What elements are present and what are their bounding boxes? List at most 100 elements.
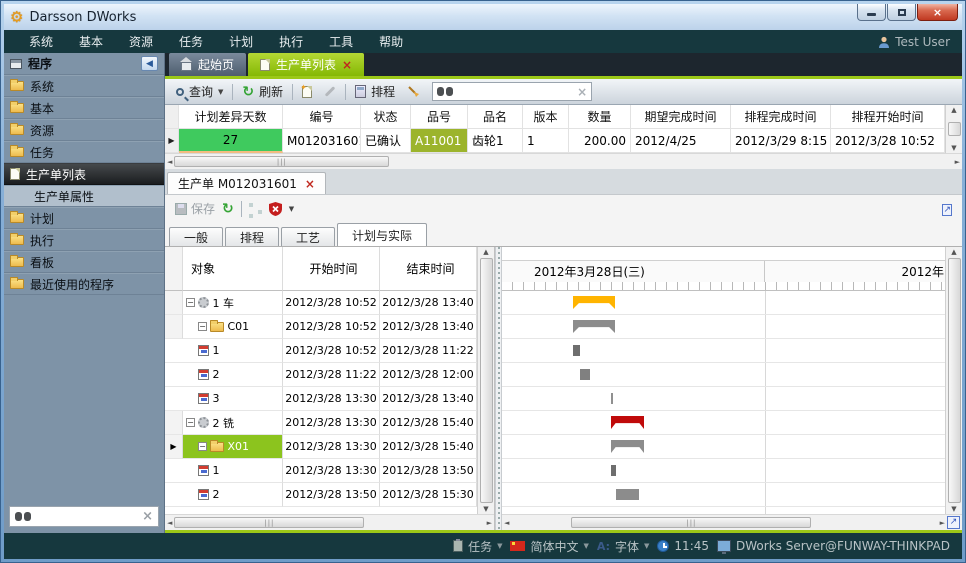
collapse-icon[interactable]: − — [198, 322, 207, 331]
menu-tools[interactable]: 工具 — [316, 30, 366, 53]
gantt-bar[interactable] — [573, 320, 615, 333]
popout-icon[interactable]: ↗ — [942, 204, 952, 216]
col-expect-end[interactable]: 期望完成时间 — [631, 105, 731, 129]
menu-plan[interactable]: 计划 — [216, 30, 266, 53]
sidebar-item-basic[interactable]: 基本 — [4, 97, 164, 119]
gantt-row[interactable] — [502, 435, 945, 459]
clean-button[interactable] — [404, 83, 424, 101]
gantt-row[interactable] — [502, 459, 945, 483]
close-tab-icon[interactable]: × — [342, 59, 352, 71]
gantt-row[interactable] — [502, 483, 945, 507]
plan-row[interactable]: 2 2012/3/28 11:22 2012/3/28 12:00 — [165, 363, 477, 387]
menu-resource[interactable]: 资源 — [116, 30, 166, 53]
status-language-selector[interactable]: 简体中文▼ — [510, 538, 588, 555]
sidebar-item-execute[interactable]: 执行 — [4, 229, 164, 251]
gantt-bar[interactable] — [611, 440, 644, 453]
close-button[interactable]: × — [917, 4, 958, 21]
popout-icon[interactable]: ↗ — [947, 516, 960, 529]
sidebar-item-board[interactable]: 看板 — [4, 251, 164, 273]
menu-execute[interactable]: 执行 — [266, 30, 316, 53]
refresh-icon[interactable]: ↻ — [222, 202, 234, 216]
gantt-row[interactable] — [502, 291, 945, 315]
plan-row[interactable]: − 2 铣 2012/3/28 13:30 2012/3/28 15:40 — [165, 411, 477, 435]
orders-vscrollbar[interactable]: ▲▼ — [945, 105, 962, 153]
plan-hscrollbar[interactable]: ◄|||► — [165, 514, 494, 530]
toolbar-search-input[interactable] — [457, 85, 573, 99]
plan-row[interactable]: − C01 2012/3/28 10:52 2012/3/28 13:40 — [165, 315, 477, 339]
gantt-row[interactable] — [502, 315, 945, 339]
refresh-button[interactable]: ↻刷新 — [239, 81, 286, 102]
col-qty[interactable]: 数量 — [569, 105, 631, 129]
save-button[interactable]: 保存 — [175, 200, 215, 217]
sidebar-item-order-list[interactable]: 生产单列表 — [4, 163, 164, 185]
hierarchy-icon[interactable] — [249, 203, 262, 214]
col-status[interactable]: 状态 — [361, 105, 411, 129]
gantt-bar[interactable] — [611, 465, 616, 476]
col-version[interactable]: 版本 — [523, 105, 569, 129]
clear-search-icon[interactable]: × — [577, 85, 587, 99]
col-sched-end[interactable]: 排程完成时间 — [731, 105, 831, 129]
query-button[interactable]: 查询▼ — [173, 81, 226, 102]
collapse-icon[interactable]: − — [198, 442, 207, 451]
sidebar-item-recent[interactable]: 最近使用的程序 — [4, 273, 164, 295]
restore-button[interactable] — [887, 4, 916, 21]
menu-task[interactable]: 任务 — [166, 30, 216, 53]
plan-row[interactable]: 1 2012/3/28 10:52 2012/3/28 11:22 — [165, 339, 477, 363]
sidebar-collapse-button[interactable]: ◀ — [141, 56, 158, 71]
user-indicator[interactable]: Test User — [878, 35, 950, 49]
tab-home[interactable]: 起始页 — [169, 53, 246, 76]
sidebar-item-system[interactable]: 系统 — [4, 75, 164, 97]
tab-plan-vs-actual[interactable]: 计划与实际 — [337, 223, 427, 246]
close-detail-icon[interactable]: × — [305, 178, 315, 190]
collapse-icon[interactable]: − — [186, 298, 195, 307]
gantt-bar[interactable] — [573, 296, 615, 309]
gantt-bar[interactable] — [611, 393, 613, 404]
gantt-bar[interactable] — [573, 345, 580, 356]
sidebar-search-input[interactable] — [31, 510, 142, 524]
plan-row[interactable]: − 1 车 2012/3/28 10:52 2012/3/28 13:40 — [165, 291, 477, 315]
gantt-bar[interactable] — [616, 489, 639, 500]
gantt-row[interactable] — [502, 363, 945, 387]
col-end[interactable]: 结束时间 — [380, 247, 477, 291]
gantt-row[interactable] — [502, 411, 945, 435]
orders-hscrollbar[interactable]: ◄|||► — [165, 153, 962, 169]
orders-row[interactable]: ▶ 27 M012031601 已确认 A11001 齿轮1 1 200.00 … — [165, 129, 945, 153]
shield-cancel-icon[interactable] — [269, 202, 282, 216]
sidebar-item-task[interactable]: 任务 — [4, 141, 164, 163]
chevron-down-icon[interactable]: ▼ — [289, 205, 294, 213]
sidebar-item-resource[interactable]: 资源 — [4, 119, 164, 141]
menu-help[interactable]: 帮助 — [366, 30, 416, 53]
col-item-name[interactable]: 品名 — [468, 105, 523, 129]
edit-button[interactable] — [321, 88, 339, 95]
tab-schedule[interactable]: 排程 — [225, 227, 279, 246]
plan-row[interactable]: 1 2012/3/28 13:30 2012/3/28 13:50 — [165, 459, 477, 483]
sidebar-item-plan[interactable]: 计划 — [4, 207, 164, 229]
plan-row[interactable]: 3 2012/3/28 13:30 2012/3/28 13:40 — [165, 387, 477, 411]
clear-search-icon[interactable]: × — [142, 509, 153, 524]
gantt-row[interactable] — [502, 339, 945, 363]
sidebar-item-order-props[interactable]: 生产单属性 — [4, 185, 164, 207]
menu-system[interactable]: 系统 — [16, 30, 66, 53]
detail-doc-tab[interactable]: 生产单 M012031601 × — [167, 172, 326, 194]
plan-vscrollbar[interactable]: ▲▼ — [477, 247, 494, 514]
new-button[interactable] — [299, 84, 315, 100]
plan-row-selected[interactable]: ▶ − X01 2012/3/28 13:30 2012/3/28 15:40 — [165, 435, 477, 459]
col-object[interactable]: 对象 — [183, 247, 283, 291]
col-sched-start[interactable]: 排程开始时间 — [831, 105, 945, 129]
tab-general[interactable]: 一般 — [169, 227, 223, 246]
plan-row[interactable]: 2 2012/3/28 13:50 2012/3/28 15:30 — [165, 483, 477, 507]
status-task-selector[interactable]: 任务▼ — [453, 538, 502, 555]
gantt-row[interactable] — [502, 387, 945, 411]
gantt-bar[interactable] — [580, 369, 590, 380]
gantt-bar[interactable] — [611, 416, 644, 429]
status-font-selector[interactable]: A:字体▼ — [597, 538, 650, 555]
gantt-vscrollbar[interactable]: ▲▼ — [945, 247, 962, 514]
schedule-button[interactable]: 排程 — [352, 81, 398, 102]
menu-basic[interactable]: 基本 — [66, 30, 116, 53]
col-start[interactable]: 开始时间 — [283, 247, 380, 291]
tab-process[interactable]: 工艺 — [281, 227, 335, 246]
splitter-handle[interactable] — [495, 247, 502, 530]
minimize-button[interactable] — [857, 4, 886, 21]
collapse-icon[interactable]: − — [186, 418, 195, 427]
col-item-no[interactable]: 品号 — [411, 105, 468, 129]
